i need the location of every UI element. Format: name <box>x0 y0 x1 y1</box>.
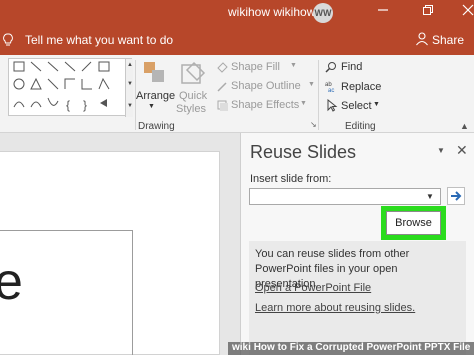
shapes-gallery-icons: { } <box>13 61 110 112</box>
minimize-icon <box>378 9 388 11</box>
svg-text:}: } <box>83 98 87 112</box>
lightbulb-icon <box>3 33 13 46</box>
select-icon <box>327 99 338 112</box>
pane-close-icon[interactable]: ✕ <box>456 142 468 159</box>
svg-text:ac: ac <box>328 88 334 93</box>
tell-me-bar: Tell me what you want to do Share <box>0 25 474 55</box>
separator <box>318 60 319 130</box>
collapse-ribbon-icon[interactable]: ▲ <box>460 121 469 131</box>
shape-effects-button[interactable]: Shape Effects <box>231 99 299 111</box>
insert-from-label: Insert slide from: <box>250 173 332 185</box>
gallery-more-icon[interactable]: ▼ <box>126 103 134 109</box>
scroll-up-icon[interactable]: ▲ <box>126 62 134 68</box>
browse-button[interactable]: Browse <box>386 211 441 235</box>
quick-styles-label: Styles <box>176 103 206 115</box>
go-button[interactable] <box>447 187 465 205</box>
shapes-gallery[interactable]: { } ▲ ▼ ▼ <box>8 58 133 117</box>
restore-button[interactable] <box>418 3 438 21</box>
arrange-button[interactable]: Arrange <box>136 90 175 102</box>
title-bar: wikihow wikihow WW <box>0 0 474 25</box>
replace-icon: abac <box>325 82 334 93</box>
shape-effects-caret-icon: ▼ <box>300 100 307 107</box>
share-icon[interactable] <box>415 32 429 46</box>
pane-title: Reuse Slides <box>250 142 357 162</box>
shape-outline-icon <box>217 82 227 92</box>
close-window-button[interactable] <box>458 3 474 21</box>
select-caret-icon: ▼ <box>373 101 380 108</box>
slide-editor[interactable]: e <box>0 133 240 355</box>
chevron-down-icon[interactable]: ▼ <box>426 192 434 201</box>
learn-more-link[interactable]: Learn more about reusing slides. <box>255 302 415 314</box>
user-avatar[interactable]: WW <box>313 3 333 23</box>
arrange-icon[interactable] <box>143 61 165 83</box>
open-powerpoint-link[interactable]: Open a PowerPoint File <box>255 282 371 294</box>
svg-text:{: { <box>66 98 70 112</box>
minimize-button[interactable] <box>373 3 393 21</box>
tell-me-search[interactable]: Tell me what you want to do <box>25 33 173 47</box>
quick-styles-button[interactable]: Quick <box>179 90 207 102</box>
close-icon <box>462 4 474 16</box>
arrange-caret-icon: ▼ <box>148 103 155 110</box>
watermark-title: How to Fix a Corrupted PowerPoint PPTX F… <box>253 342 471 353</box>
insert-from-field[interactable] <box>249 188 441 205</box>
editing-group-label: Editing <box>345 121 376 132</box>
shape-fill-icon <box>217 62 228 73</box>
drawing-launcher-icon[interactable]: ↘ <box>310 120 317 129</box>
find-icon <box>325 62 336 73</box>
shape-fill-button[interactable]: Shape Fill <box>231 61 280 73</box>
restore-icon <box>423 5 433 15</box>
quick-styles-icon[interactable] <box>180 61 206 87</box>
slide-title-text[interactable]: e <box>0 252 23 312</box>
ribbon: { } ▲ ▼ ▼ Arrange ▼ Quick Styles Shape F… <box>0 55 474 133</box>
share-button[interactable]: Share <box>432 33 464 47</box>
shape-effects-icon <box>217 100 228 111</box>
scroll-down-icon[interactable]: ▼ <box>126 81 134 87</box>
shape-fill-caret-icon: ▼ <box>290 62 297 69</box>
slide-canvas[interactable]: e <box>0 151 220 355</box>
find-button[interactable]: Find <box>341 61 362 73</box>
arrow-right-icon <box>451 191 462 201</box>
replace-button[interactable]: Replace <box>341 81 381 93</box>
watermark-text: wiki How to Fix a Corrupted PowerPoint P… <box>232 342 470 353</box>
user-name[interactable]: wikihow wikihow <box>228 5 315 19</box>
reuse-slides-pane: Reuse Slides ▼ ✕ Insert slide from: ▼ Br… <box>241 133 474 355</box>
shape-outline-button[interactable]: Shape Outline <box>231 80 301 92</box>
drawing-group-label: Drawing <box>138 121 175 132</box>
watermark-banner: wiki How to Fix a Corrupted PowerPoint P… <box>228 342 474 355</box>
select-button[interactable]: Select <box>341 100 372 112</box>
info-box: You can reuse slides from other PowerPoi… <box>249 241 466 355</box>
shape-outline-caret-icon: ▼ <box>308 81 315 88</box>
pane-options-icon[interactable]: ▼ <box>437 146 445 155</box>
gallery-scrollbar[interactable]: ▲ ▼ ▼ <box>125 59 133 117</box>
watermark-brand: wiki <box>232 342 251 353</box>
